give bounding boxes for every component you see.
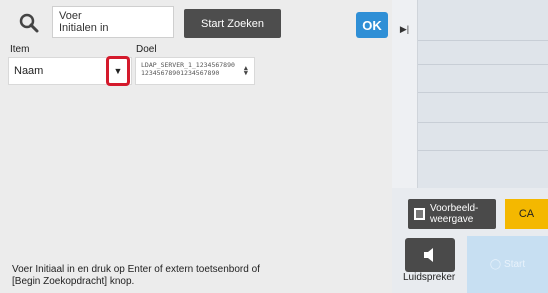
instruction-text: Voer Initiaal in en druk op Enter of ext… [12,264,260,287]
preview-label: Voorbeeld- weergave [430,203,479,225]
start-label: Start [504,259,526,270]
play-bar-icon: ▶| [399,24,410,34]
speaker-label: Luidspreker [403,272,456,283]
target-column-label: Doel [136,44,157,55]
target-line-2: 12345678901234567890 [141,68,220,77]
target-select[interactable]: LDAP_SERVER_1_1234567890 123456789012345… [135,57,255,85]
speaker-button[interactable] [405,238,455,272]
triangle-down-icon: ▼ [113,66,123,76]
item-dropdown-button[interactable]: ▼ [106,56,130,86]
divider [418,150,548,151]
search-icon[interactable] [16,10,42,36]
divider [418,64,548,65]
start-search-button[interactable]: Start Zoeken [184,9,281,38]
ok-button[interactable]: OK [356,12,388,38]
right-panel: ▶| Voorbeeld- weergave CA Luidspreker ◯ … [392,0,548,293]
divider [418,122,548,123]
clear-all-button[interactable]: CA [505,199,548,229]
speaker-icon [424,248,433,262]
right-status-area: ▶| [392,0,548,188]
preview-icon [414,208,425,220]
item-select-value: Naam [14,65,44,77]
divider [418,92,548,93]
initials-search-input[interactable]: Voer Initialen in [52,6,174,38]
preview-button[interactable]: Voorbeeld- weergave [408,199,496,229]
up-down-arrows-icon: ▲ ▼ [243,64,248,77]
divider [418,40,548,41]
main-panel: Voer Initialen in Start Zoeken OK Item D… [0,0,392,293]
start-button[interactable]: ◯ Start [467,236,548,293]
start-icon: ◯ [489,259,502,270]
expand-panel-button[interactable]: ▶| [392,0,418,188]
item-column-label: Item [10,44,30,55]
initials-search-value: Voer Initialen in [59,10,109,34]
